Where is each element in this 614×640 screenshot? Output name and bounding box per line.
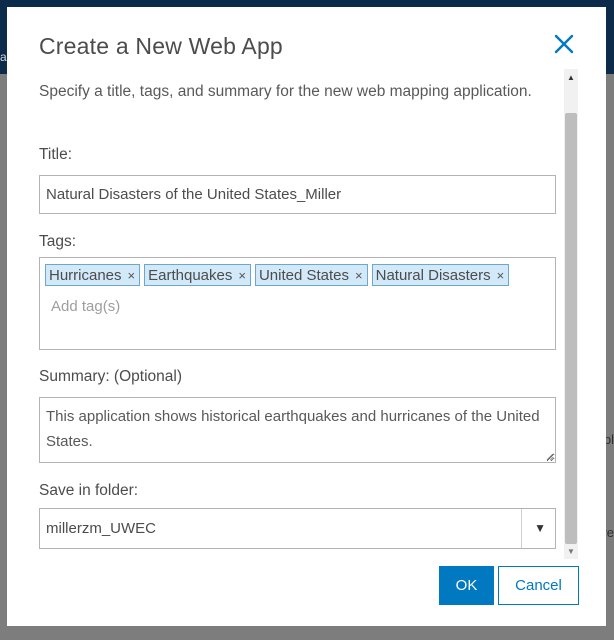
create-web-app-dialog: Create a New Web App ▲ ▼ Specify a title…	[7, 7, 606, 626]
dialog-description: Specify a title, tags, and summary for t…	[39, 83, 532, 100]
tag-chip: United States ×	[254, 264, 368, 286]
remove-tag-icon[interactable]: ×	[128, 265, 136, 286]
scroll-down-arrow-icon[interactable]: ▼	[564, 547, 578, 557]
tags-input[interactable]: Hurricanes × Earthquakes × United States × Nat…	[39, 257, 556, 350]
summary-text: This application shows historical earthq…	[46, 408, 540, 450]
folder-selected-value: millerzm_UWEC	[46, 520, 156, 537]
close-icon[interactable]	[553, 33, 575, 55]
tag-chip: Natural Disasters ×	[371, 264, 510, 286]
select-divider	[521, 509, 522, 548]
add-tag-input[interactable]: Add tag(s)	[51, 298, 550, 315]
remove-tag-icon[interactable]: ×	[238, 265, 246, 286]
scroll-up-arrow-icon[interactable]: ▲	[564, 73, 578, 83]
folder-label: Save in folder:	[39, 482, 139, 499]
folder-select[interactable]: millerzm_UWEC ▼	[39, 508, 556, 549]
resize-grip-icon[interactable]	[546, 453, 554, 461]
tag-label: Natural Disasters	[375, 267, 491, 284]
tag-chip: Hurricanes ×	[45, 264, 141, 286]
summary-textarea[interactable]: This application shows historical earthq…	[39, 397, 556, 463]
remove-tag-icon[interactable]: ×	[497, 265, 505, 286]
cancel-button[interactable]: Cancel	[498, 566, 579, 605]
scrollbar-thumb[interactable]	[565, 113, 577, 544]
title-input[interactable]: Natural Disasters of the United States_M…	[39, 175, 556, 214]
summary-label: Summary: (Optional)	[39, 368, 182, 385]
tag-label: Earthquakes	[148, 267, 233, 284]
dropdown-arrow-icon[interactable]: ▼	[534, 509, 546, 548]
header-text-fragment: a	[0, 50, 7, 64]
remove-tag-icon[interactable]: ×	[355, 265, 363, 286]
tag-chip: Earthquakes ×	[144, 264, 251, 286]
ok-button[interactable]: OK	[439, 566, 494, 605]
title-label: Title:	[39, 146, 73, 163]
dialog-title: Create a New Web App	[39, 33, 283, 59]
tag-label: Hurricanes	[49, 267, 122, 284]
tags-label: Tags:	[39, 233, 77, 250]
dialog-scrollbar[interactable]: ▲ ▼	[564, 69, 578, 559]
tag-label: United States	[258, 267, 350, 284]
